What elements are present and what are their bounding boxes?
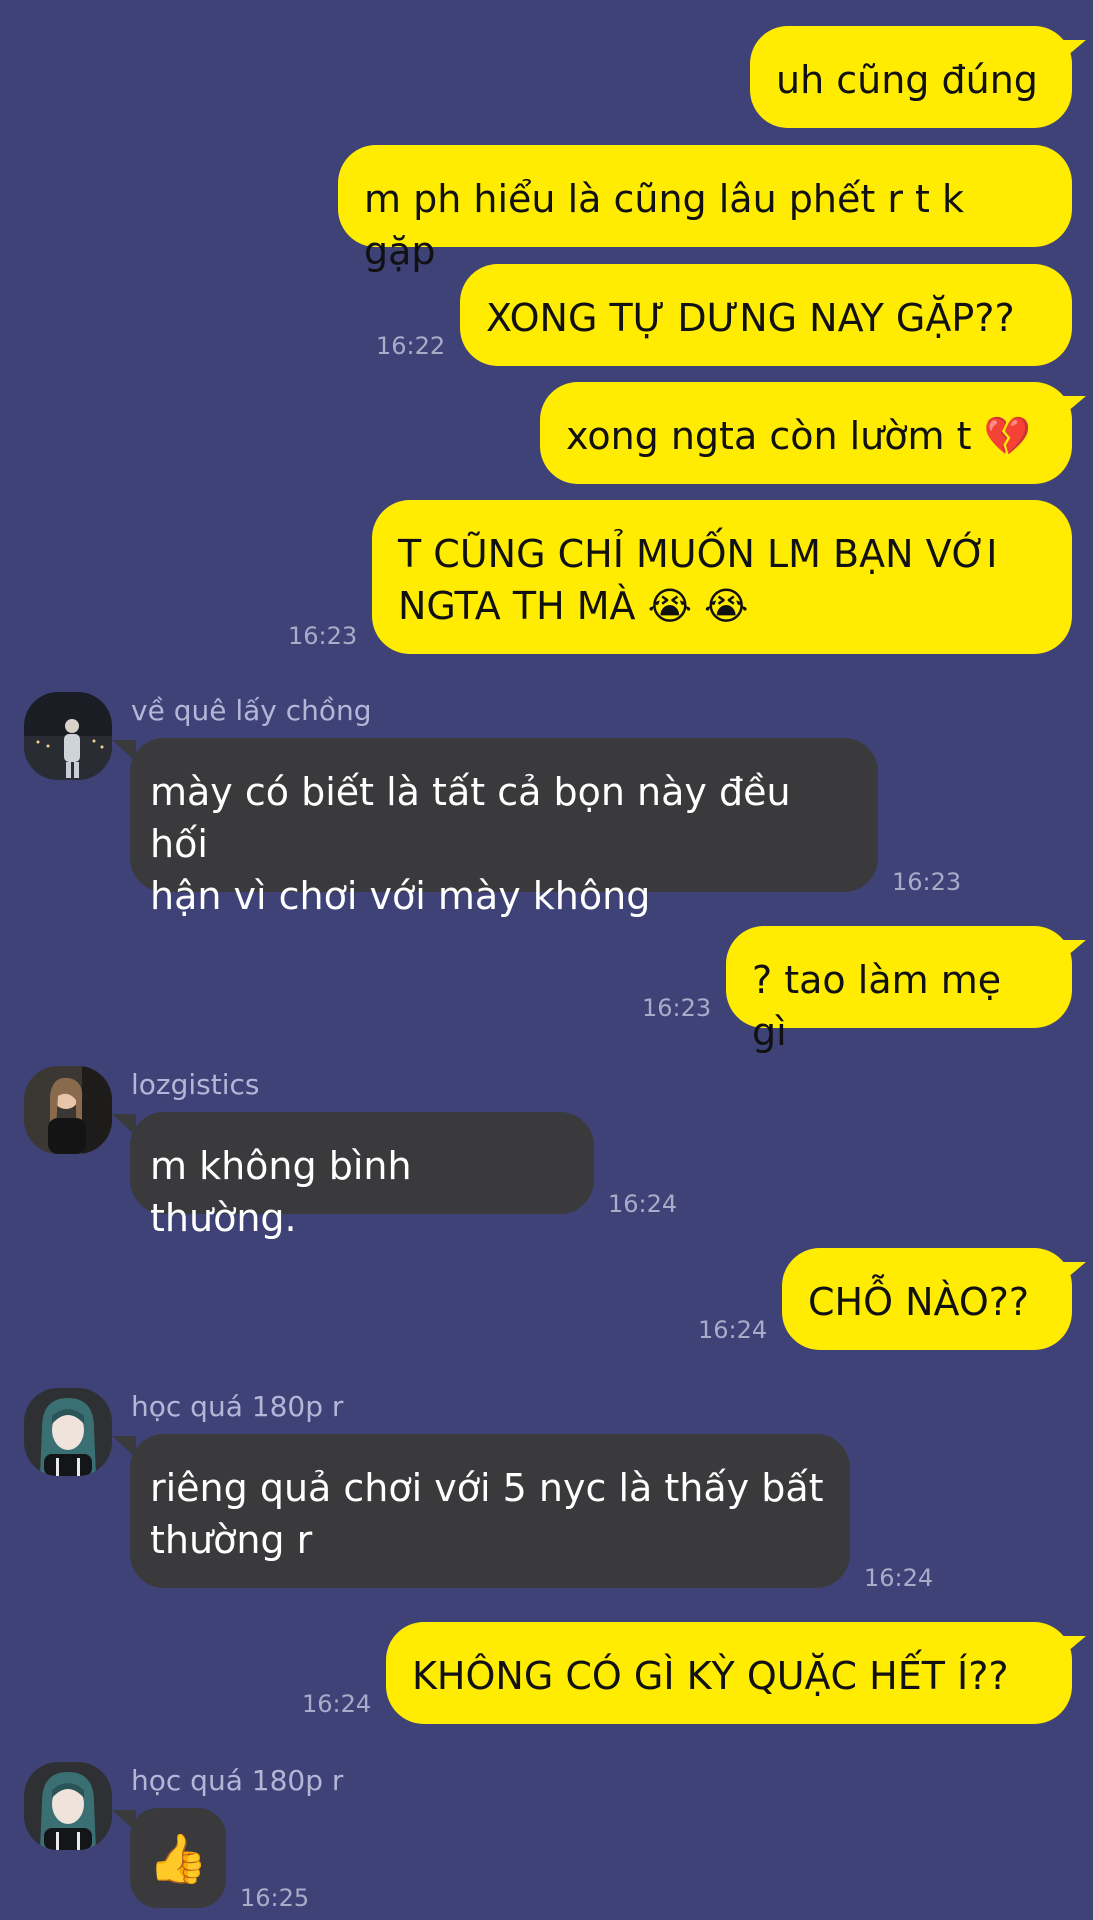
avatar[interactable] <box>24 692 112 780</box>
timestamp: 16:22 <box>376 332 446 360</box>
timestamp: 16:23 <box>288 622 358 650</box>
timestamp: 16:24 <box>698 1316 768 1344</box>
avatar[interactable] <box>24 1066 112 1154</box>
avatar[interactable] <box>24 1762 112 1850</box>
message-bubble-incoming[interactable]: mày có biết là tất cả bọn này đều hối hậ… <box>130 738 878 918</box>
message-bubble-outgoing[interactable]: uh cũng đúng <box>750 26 1072 128</box>
message-bubble-outgoing[interactable]: KHÔNG CÓ GÌ KỲ QUẶC HẾT Í?? <box>386 1622 1072 1724</box>
bubble-tail <box>1060 1636 1086 1658</box>
timestamp: 16:24 <box>864 1564 934 1592</box>
bubble-tail <box>1060 940 1086 962</box>
sender-name: lozgistics <box>131 1068 260 1101</box>
message-bubble-outgoing[interactable]: xong ngta còn lườm t 💔 <box>540 382 1072 484</box>
timestamp: 16:23 <box>892 868 962 896</box>
avatar-portrait-dark-icon <box>24 1762 112 1850</box>
message-bubble-outgoing[interactable]: CHỖ NÀO?? <box>782 1248 1072 1350</box>
timestamp: 16:23 <box>642 994 712 1022</box>
message-bubble-incoming[interactable]: riêng quả chơi với 5 nyc là thấy bất thư… <box>130 1434 850 1588</box>
thumbs-up-icon: 👍 <box>148 1830 208 1887</box>
message-bubble-incoming[interactable]: 👍 <box>130 1808 226 1908</box>
timestamp: 16:24 <box>302 1690 372 1718</box>
sender-name: học quá 180p r <box>131 1390 344 1423</box>
avatar-night-city-icon <box>24 692 112 780</box>
bubble-tail <box>1060 1262 1086 1284</box>
timestamp: 16:24 <box>608 1190 678 1218</box>
avatar[interactable] <box>24 1388 112 1476</box>
message-bubble-outgoing[interactable]: T CŨNG CHỈ MUỐN LM BẠN VỚI NGTA TH MÀ 😭 … <box>372 500 1072 654</box>
avatar-portrait-dark-icon <box>24 1388 112 1476</box>
bubble-tail <box>1060 396 1086 418</box>
avatar-portrait-icon <box>24 1066 112 1154</box>
sender-name: học quá 180p r <box>131 1764 344 1797</box>
message-bubble-outgoing[interactable]: ? tao làm mẹ gì <box>726 926 1072 1054</box>
bubble-tail <box>1060 40 1086 62</box>
message-bubble-outgoing[interactable]: m ph hiểu là cũng lâu phết r t k gặp <box>338 145 1072 273</box>
sender-name: về quê lấy chồng <box>131 694 372 727</box>
message-bubble-outgoing[interactable]: XONG TỰ DƯNG NAY GẶP?? <box>460 264 1072 366</box>
message-bubble-incoming[interactable]: m không bình thường. <box>130 1112 594 1240</box>
timestamp: 16:25 <box>240 1884 310 1912</box>
